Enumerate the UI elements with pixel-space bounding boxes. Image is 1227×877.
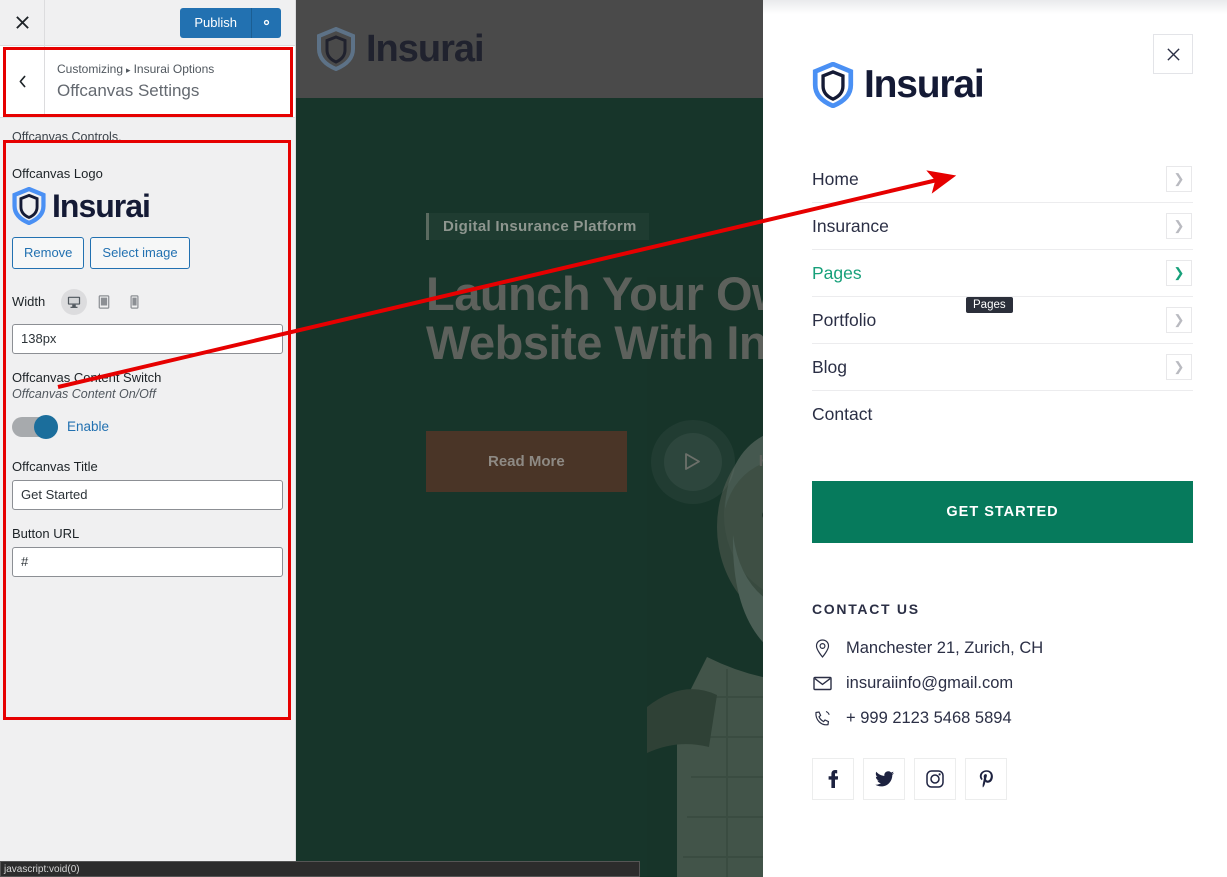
customizer-topbar: Publish [0,0,295,46]
tablet-icon[interactable] [91,289,117,315]
content-switch-label: Offcanvas Content Switch [12,369,162,385]
contact-us-heading: CONTACT US [812,601,920,617]
menu-item-label: Pages [812,262,862,283]
close-icon [1166,47,1180,61]
close-icon [15,16,29,29]
offcanvas-title-label: Offcanvas Title [12,458,98,474]
menu-item-label: Home [812,168,859,189]
publish-button[interactable]: Publish [180,7,251,38]
menu-tooltip: Pages [966,297,1013,313]
offcanvas-logo-text: Insurai [864,63,985,106]
menu-item-label: Insurance [812,215,889,236]
contact-phone-row[interactable]: + 999 2123 5468 5894 [812,709,1193,728]
play-icon [685,453,701,471]
content-switch-description: Offcanvas Content On/Off [12,386,156,401]
customizer-controls: Offcanvas Controls. Offcanvas Logo Insur… [0,118,295,708]
envelope-icon [812,676,832,691]
content-switch-toggle[interactable] [12,414,58,439]
chevron-right-icon[interactable]: ❯ [1166,166,1192,192]
menu-item-contact[interactable]: Contact [812,391,1193,438]
screen-root: Insurai Digital Insurance Platform Launc… [0,0,1227,877]
phone-icon [812,710,832,728]
chevron-right-icon[interactable]: ❯ [1166,354,1192,380]
chevron-left-icon [19,75,25,88]
offcanvas-panel: Insurai Home ❯ Insurance ❯ Pages ❯ Portf… [763,0,1227,877]
breadcrumb-separator-icon: ▸ [126,65,131,76]
desktop-icon[interactable] [61,288,88,315]
menu-item-insurance[interactable]: Insurance ❯ [812,203,1193,250]
content-switch-row: Enable [12,414,283,439]
select-image-button[interactable]: Select image [90,237,190,269]
contact-address-text: Manchester 21, Zurich, CH [846,639,1044,657]
toggle-knob [34,414,58,439]
preview-header-logo-text: Insurai [366,27,485,70]
facebook-icon[interactable] [812,758,854,800]
offcanvas-title-input[interactable] [12,479,283,510]
gear-icon [263,19,270,26]
social-links [812,758,1193,800]
breadcrumb-root[interactable]: Customizing [57,62,123,76]
shield-logo-icon [12,187,46,225]
offcanvas-logo-preview: Insurai [12,187,283,225]
menu-item-label: Portfolio [812,309,877,330]
offcanvas-close-button[interactable] [1153,34,1193,74]
read-more-button[interactable]: Read More [426,431,627,493]
hero-eyebrow: Digital Insurance Platform [426,213,649,240]
menu-item-label: Contact [812,404,873,424]
preview-header-logo: Insurai [316,27,485,71]
mobile-icon[interactable] [121,289,147,315]
menu-item-label: Blog [812,356,848,377]
chevron-right-icon[interactable]: ❯ [1166,307,1192,333]
shield-logo-icon [317,27,355,71]
offcanvas-logo-label: Offcanvas Logo [12,166,103,181]
offcanvas-top-fade [763,0,1227,14]
width-input[interactable] [12,323,283,354]
remove-logo-button[interactable]: Remove [12,237,85,269]
shield-logo-icon [812,62,854,108]
offcanvas-logo-preview-text: Insurai [52,187,151,224]
menu-item-pages[interactable]: Pages ❯ [812,250,1193,297]
get-started-button[interactable]: GET STARTED [812,481,1193,543]
wp-customizer-sidebar: Publish Customizing ▸ Insurai Options Of… [0,0,296,877]
button-url-label: Button URL [12,525,80,541]
pinterest-icon[interactable] [965,758,1007,800]
menu-item-home[interactable]: Home ❯ [812,156,1193,203]
contact-email-text: insuraiinfo@gmail.com [846,674,1014,692]
controls-description: Offcanvas Controls. [12,130,122,144]
width-control-row: Width [12,288,283,315]
location-pin-icon [812,639,832,658]
content-switch-state-label: Enable [67,419,110,434]
publish-settings-button[interactable] [251,7,281,38]
instagram-icon[interactable] [914,758,956,800]
button-url-input[interactable] [12,546,283,577]
play-video-button[interactable] [650,419,735,504]
contact-address-row: Manchester 21, Zurich, CH [812,639,1193,658]
customizer-close-button[interactable] [0,0,45,45]
browser-status-bar: javascript:void(0) [0,861,640,877]
customizer-section-header: Customizing ▸ Insurai Options Offcanvas Se… [0,46,295,118]
contact-email-row[interactable]: insuraiinfo@gmail.com [812,674,1193,693]
chevron-right-icon[interactable]: ❯ [1166,213,1192,239]
contact-phone-text: + 999 2123 5468 5894 [846,709,1012,727]
chevron-right-icon[interactable]: ❯ [1166,260,1192,286]
contact-list: Manchester 21, Zurich, CH insuraiinfo@gm… [812,639,1193,728]
width-label: Width [12,294,46,309]
menu-item-blog[interactable]: Blog ❯ [812,344,1193,391]
breadcrumb-parent[interactable]: Insurai Options [134,62,215,76]
page-title: Offcanvas Settings [57,81,200,101]
back-button[interactable] [0,46,45,117]
twitter-icon[interactable] [863,758,905,800]
offcanvas-logo: Insurai [812,62,1193,108]
breadcrumb: Customizing ▸ Insurai Options [57,60,214,78]
